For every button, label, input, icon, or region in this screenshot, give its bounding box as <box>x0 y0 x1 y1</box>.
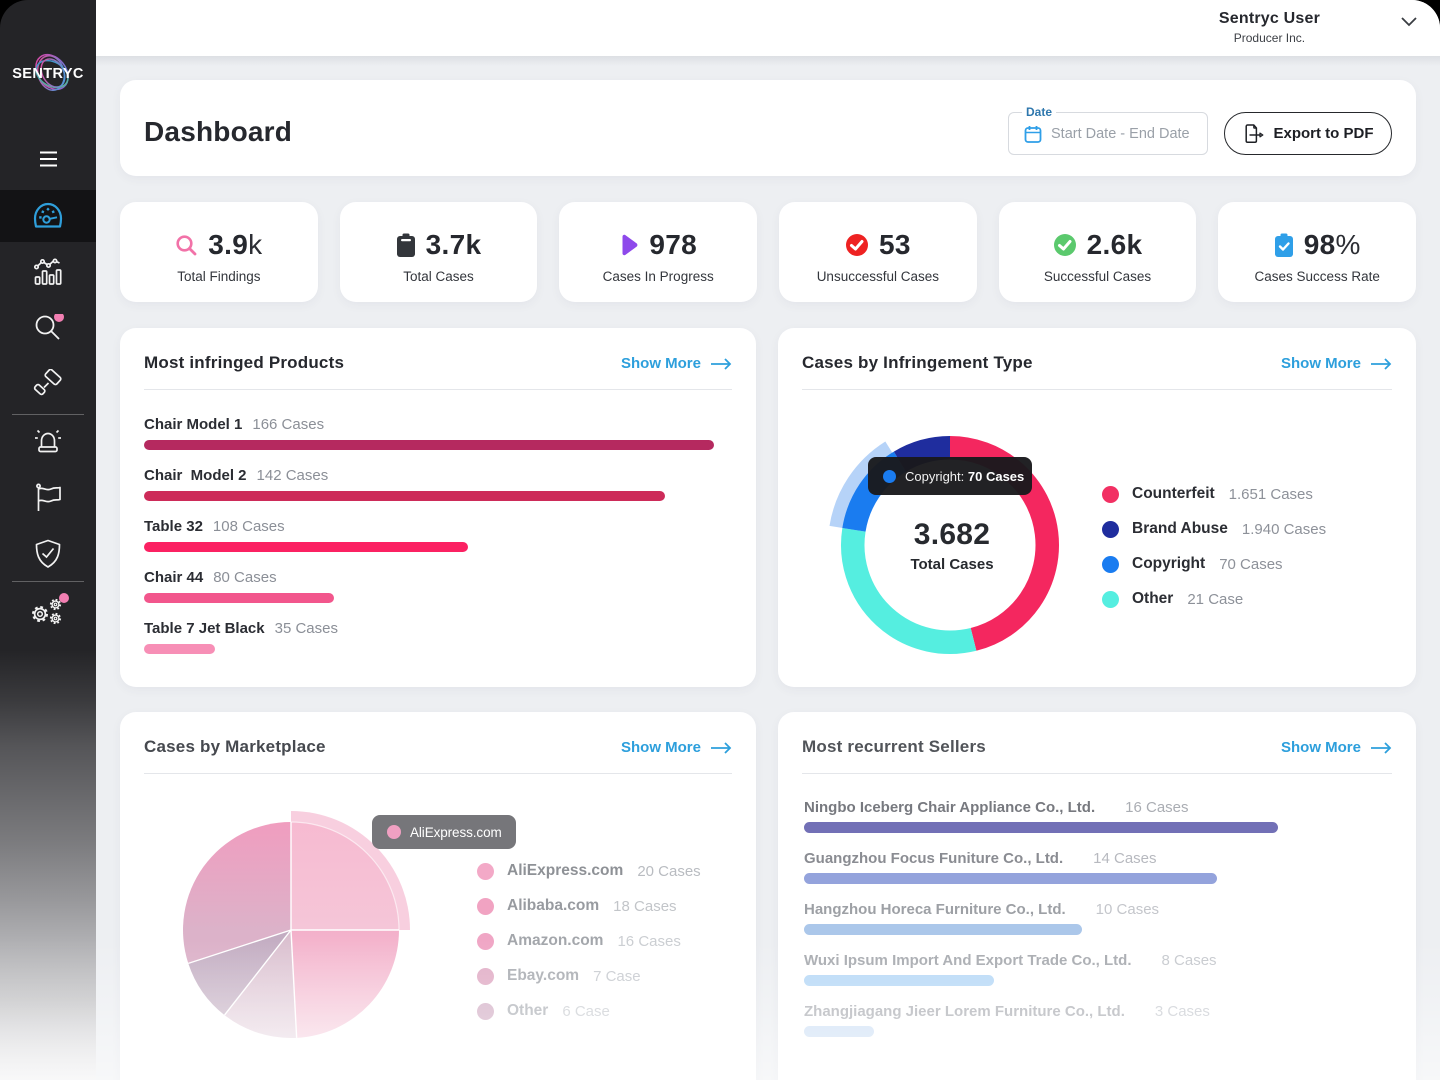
svg-text:SENTRYC: SENTRYC <box>12 66 84 82</box>
